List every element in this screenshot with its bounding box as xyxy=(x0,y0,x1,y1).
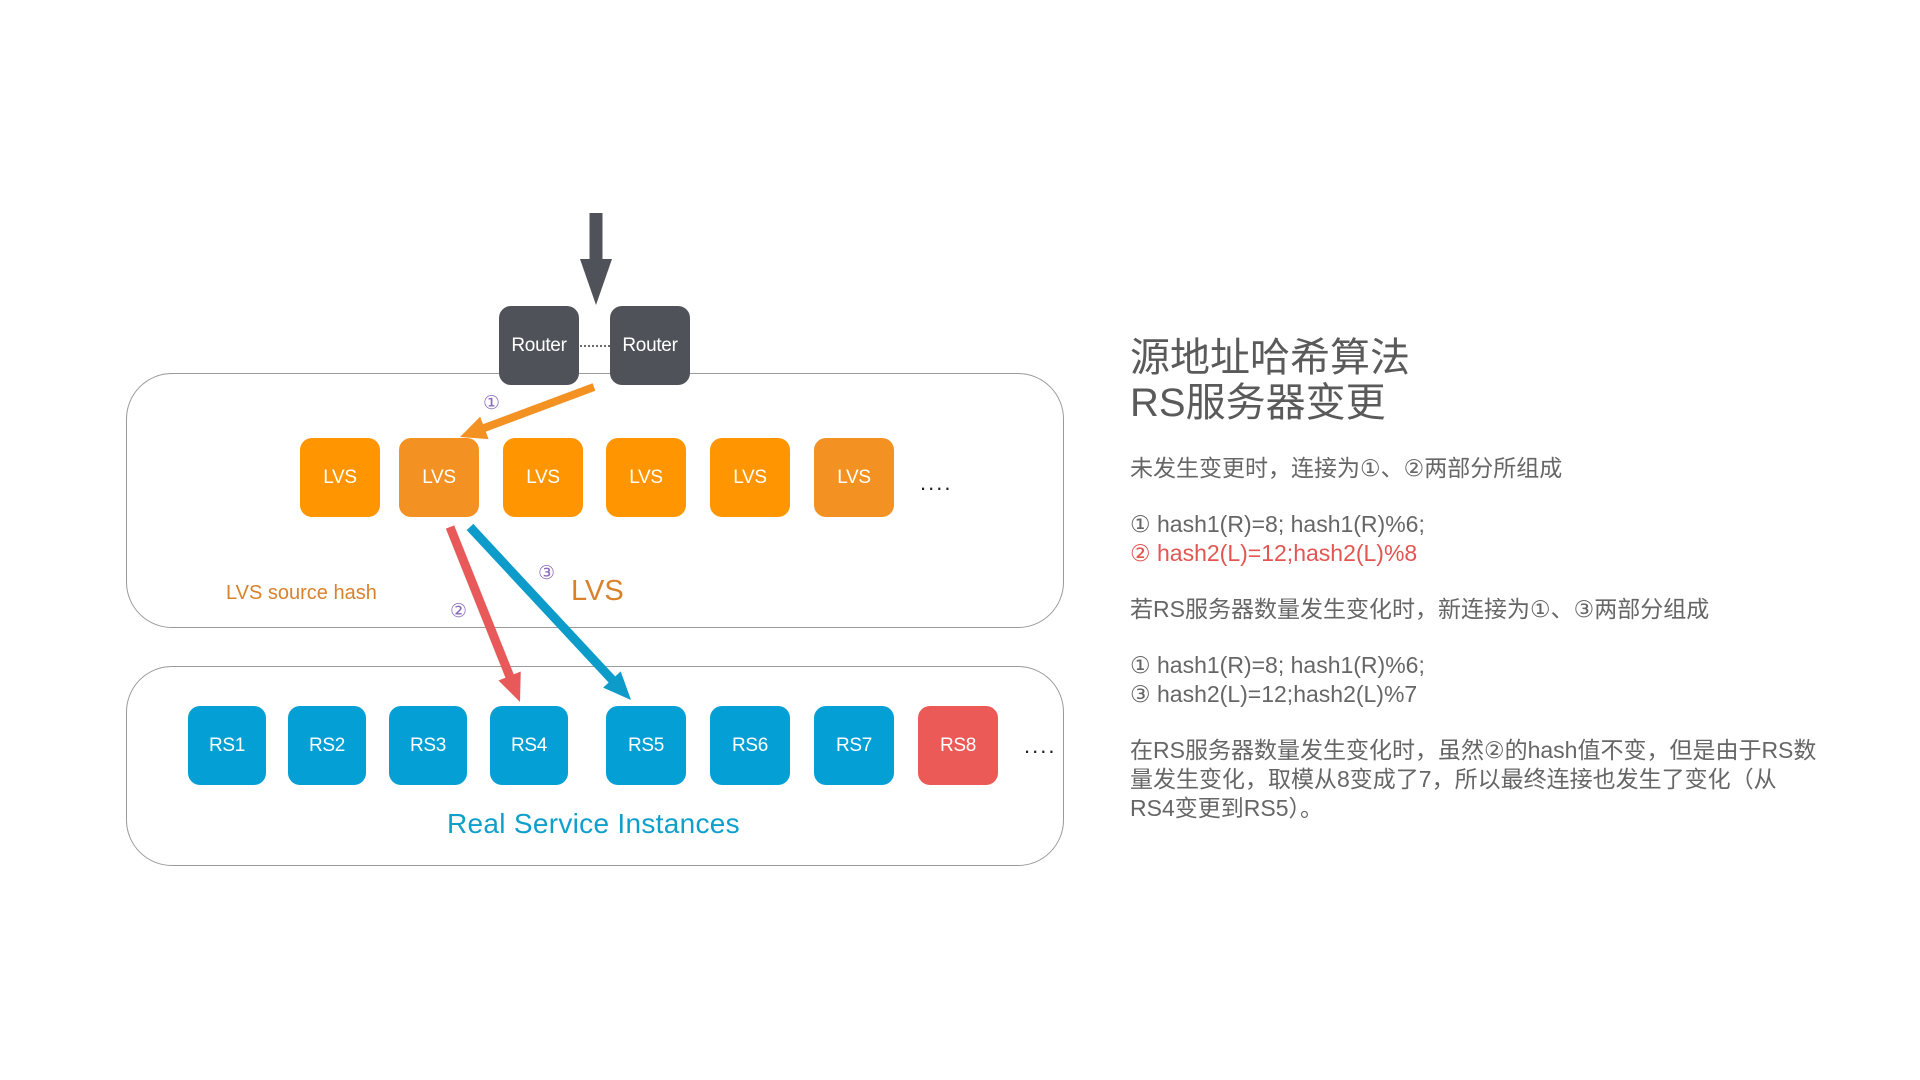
lvs-node-2[interactable]: LVS xyxy=(399,438,479,517)
router-link-dotted xyxy=(580,345,610,347)
path-one-label: ① xyxy=(483,393,501,414)
rs-more-ellipsis: .... xyxy=(1024,733,1057,758)
router-node-1[interactable]: Router xyxy=(499,306,579,385)
rs-node-6[interactable]: RS6 xyxy=(710,706,790,785)
lvs-node-6[interactable]: LVS xyxy=(814,438,894,517)
rs-node-3[interactable]: RS3 xyxy=(389,706,467,785)
lvs-label: LVS xyxy=(629,466,663,488)
before-heading: 未发生变更时，连接为①、②两部分所组成 xyxy=(1130,455,1563,481)
router-label: Router xyxy=(511,334,567,356)
rs-node-2[interactable]: RS2 xyxy=(288,706,366,785)
rs-label: RS2 xyxy=(308,734,346,756)
lvs-source-hash-label: LVS source hash xyxy=(226,582,377,604)
lvs-label: LVS xyxy=(837,466,871,488)
panel-title-line-1: 源地址哈希算法 xyxy=(1130,336,1410,380)
rs-label: RS5 xyxy=(627,734,665,756)
lvs-node-5[interactable]: LVS xyxy=(710,438,790,517)
rs-node-5[interactable]: RS5 xyxy=(606,706,686,785)
lvs-label: LVS xyxy=(422,466,456,488)
panel-title: 源地址哈希算法 RS服务器变更 xyxy=(1130,336,1830,426)
router-label: Router xyxy=(622,334,678,356)
explanation-panel: 源地址哈希算法 RS服务器变更 未发生变更时，连接为①、②两部分所组成 ① ha… xyxy=(1130,336,1830,823)
rs-label: RS6 xyxy=(731,734,769,756)
lvs-node-1[interactable]: LVS xyxy=(300,438,380,517)
incoming-traffic-arrow-head xyxy=(580,259,612,305)
router-node-2[interactable]: Router xyxy=(610,306,690,385)
rs-label: RS1 xyxy=(208,734,246,756)
explanation-paragraph: 在RS服务器数量发生变化时，虽然②的hash值不变，但是由于RS数量发生变化，取… xyxy=(1130,737,1817,821)
after-formula-1: ① hash1(R)=8; hash1(R)%6; xyxy=(1130,652,1425,678)
before-formula-2: ② hash2(L)=12;hash2(L)%8 xyxy=(1130,540,1418,566)
rs-group-label: Real Service Instances xyxy=(447,808,740,839)
lvs-label: LVS xyxy=(526,466,560,488)
before-formula-1: ① hash1(R)=8; hash1(R)%6; xyxy=(1130,511,1425,537)
rs-label: RS4 xyxy=(510,734,548,756)
rs-node-8[interactable]: RS8 xyxy=(918,706,998,785)
panel-title-line-2: RS服务器变更 xyxy=(1130,381,1386,425)
lvs-node-4[interactable]: LVS xyxy=(606,438,686,517)
rs-label: RS8 xyxy=(939,734,977,756)
after-heading: 若RS服务器数量发生变化时，新连接为①、③两部分组成 xyxy=(1130,596,1710,622)
lvs-label: LVS xyxy=(733,466,767,488)
rs-node-7[interactable]: RS7 xyxy=(814,706,894,785)
lvs-label: LVS xyxy=(323,466,357,488)
path-two-label: ② xyxy=(450,601,468,622)
after-formula-2: ③ hash2(L)=12;hash2(L)%7 xyxy=(1130,681,1418,707)
rs-node-4[interactable]: RS4 xyxy=(490,706,568,785)
rs-label: RS7 xyxy=(835,734,873,756)
rs-node-1[interactable]: RS1 xyxy=(188,706,266,785)
lvs-node-3[interactable]: LVS xyxy=(503,438,583,517)
lvs-more-ellipsis: .... xyxy=(920,470,953,495)
lvs-layer-label: LVS xyxy=(571,575,624,607)
incoming-traffic-arrow xyxy=(580,213,612,305)
rs-label: RS3 xyxy=(409,734,447,756)
path-three-label: ③ xyxy=(538,563,556,584)
